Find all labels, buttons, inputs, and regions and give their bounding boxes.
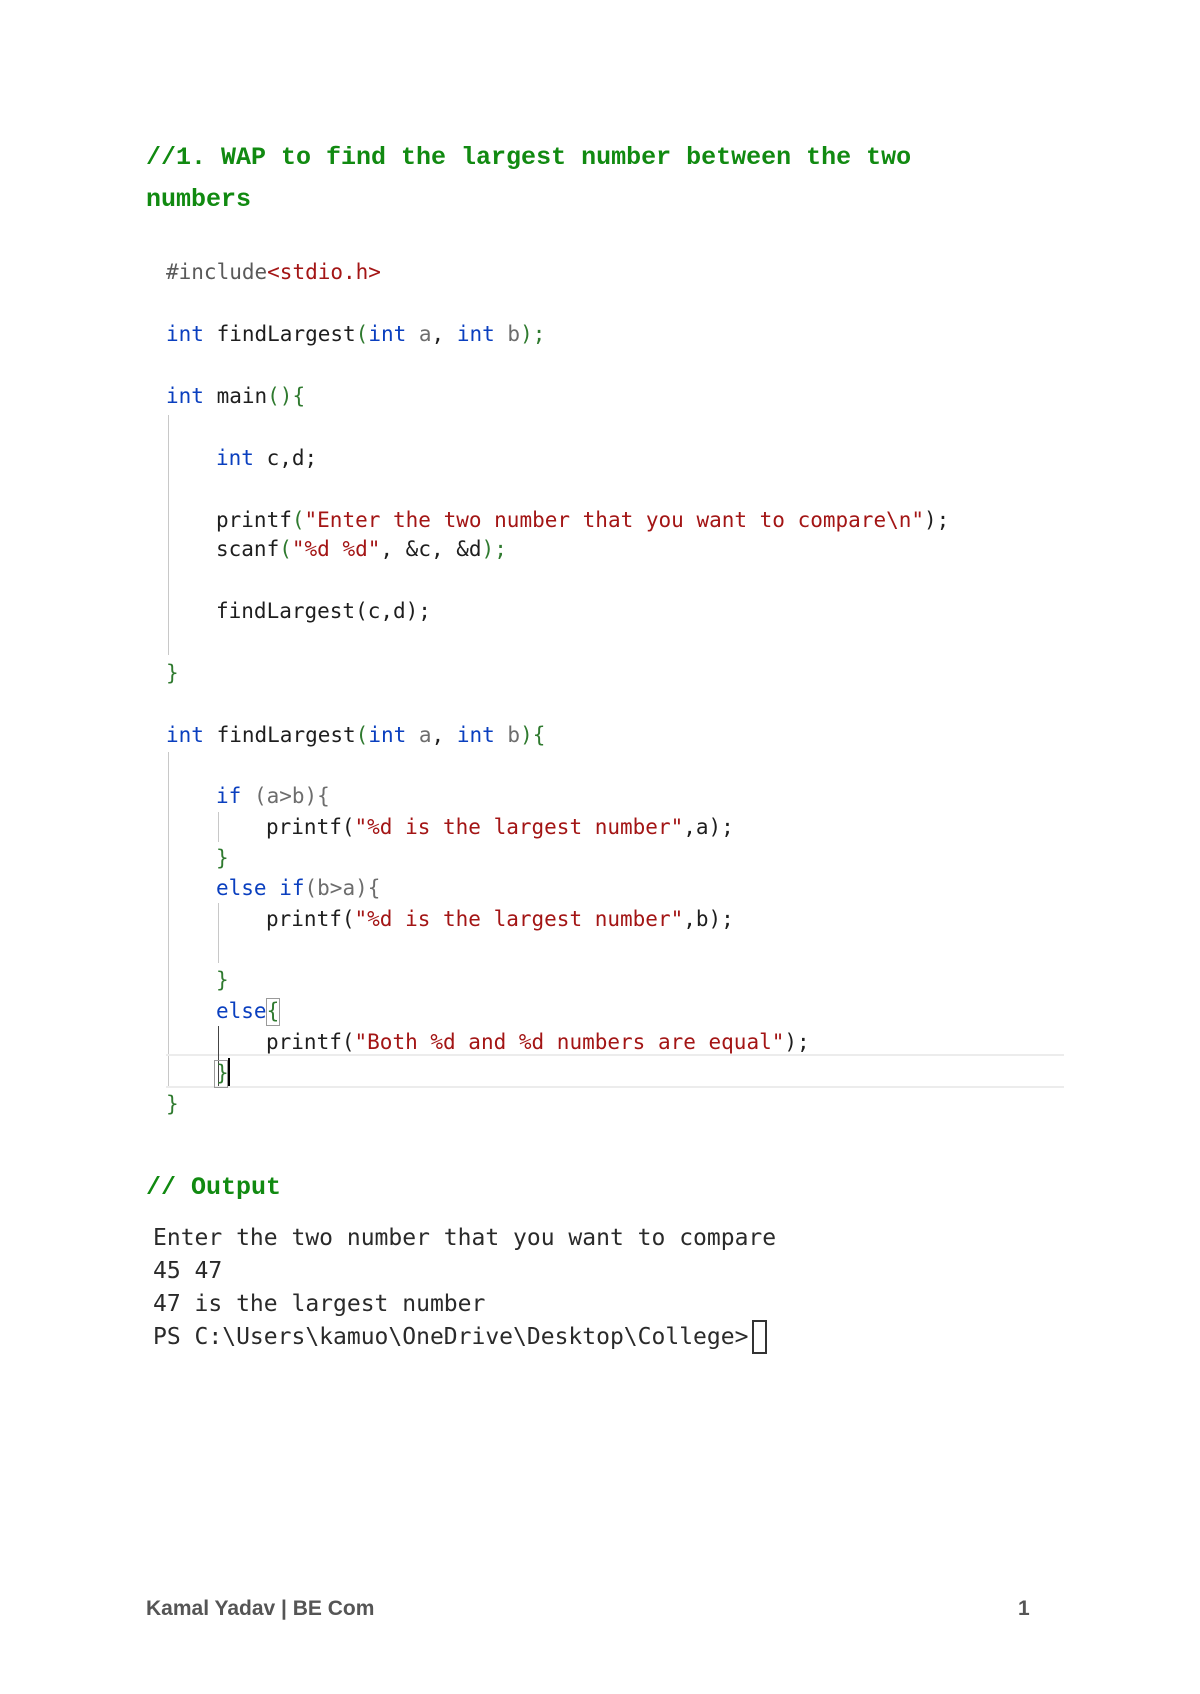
punct: ); — [520, 322, 546, 346]
string-literal: "Enter the two number that you want to c… — [304, 508, 925, 532]
keyword: int — [216, 446, 254, 470]
keyword: int — [368, 322, 407, 346]
param: b — [494, 322, 521, 346]
punct: ){ — [520, 723, 546, 747]
identifier: findLargest — [203, 723, 356, 747]
punct: ( — [279, 537, 292, 561]
code-line-close-if: } — [216, 846, 229, 870]
indent-guide — [168, 415, 169, 655]
punct: ); — [924, 508, 950, 532]
condition: (b>a){ — [304, 876, 381, 900]
code-line-printf-b: printf("%d is the largest number",b); — [266, 905, 734, 933]
args: , &c, &d — [380, 537, 482, 561]
code-line-include: #include<stdio.h> — [166, 258, 381, 286]
include-header: <stdio.h> — [267, 260, 381, 284]
keyword: int — [166, 322, 204, 346]
string-literal: "%d is the largest number" — [354, 907, 684, 931]
function-name: printf( — [266, 1030, 355, 1054]
punct: ,a); — [683, 815, 734, 839]
indent-guide — [218, 812, 219, 842]
code-line-call: findLargest(c,d); — [216, 599, 431, 623]
function-name: scanf — [216, 537, 280, 561]
code-line-decl: int c,d; — [216, 444, 317, 472]
include-directive: #include — [166, 260, 268, 284]
keyword: int — [368, 723, 407, 747]
code-line-else-if: else if(b>a){ — [216, 874, 380, 902]
param: a — [406, 723, 432, 747]
question-heading-line1: //1. WAP to find the largest number betw… — [146, 143, 912, 172]
keyword: if — [216, 784, 242, 808]
function-name: printf( — [266, 815, 355, 839]
param: b — [494, 723, 521, 747]
code-line-close-elseif: } — [216, 968, 229, 992]
punct: ,b); — [683, 907, 734, 931]
keyword: else — [216, 999, 267, 1023]
code-line-function-close: } — [166, 1092, 179, 1116]
indent-guide — [168, 752, 169, 1086]
code-line-printf1: printf("Enter the two number that you wa… — [216, 506, 949, 534]
punct: , — [431, 322, 457, 346]
punct: ); — [784, 1030, 810, 1054]
string-literal: "%d is the largest number" — [354, 815, 684, 839]
punct: (){ — [267, 384, 306, 408]
punct: ); — [481, 537, 507, 561]
param: a — [406, 322, 432, 346]
function-name: printf( — [266, 907, 355, 931]
string-literal: "%d %d" — [291, 537, 381, 561]
output-heading: // Output — [146, 1173, 282, 1202]
punct: ( — [355, 322, 369, 346]
terminal-line: 45 47 — [153, 1258, 223, 1284]
identifier: main — [203, 384, 268, 408]
bracket-match-highlight — [214, 1060, 228, 1088]
keyword: int — [166, 384, 204, 408]
code-line-scanf: scanf("%d %d", &c, &d); — [216, 535, 507, 563]
page-number: 1 — [1018, 1597, 1030, 1620]
keyword: int — [456, 322, 495, 346]
punct: ( — [355, 723, 369, 747]
terminal-cursor — [752, 1320, 767, 1354]
code-line-main-close: } — [166, 661, 179, 685]
terminal-prompt: PS C:\Users\kamuo\OneDrive\Desktop\Colle… — [153, 1324, 763, 1350]
current-line-highlight — [166, 1054, 1064, 1088]
string-literal: "Both %d and %d numbers are equal" — [354, 1030, 785, 1054]
punct: , — [431, 723, 457, 747]
terminal-line: Enter the two number that you want to co… — [153, 1225, 777, 1251]
bracket-match-highlight — [266, 998, 280, 1026]
keyword: else — [216, 876, 267, 900]
identifier: c,d; — [253, 446, 318, 470]
code-line-if: if (a>b){ — [216, 782, 330, 810]
terminal-line: 47 is the largest number — [153, 1291, 486, 1317]
code-line-printf-c: printf("Both %d and %d numbers are equal… — [266, 1028, 810, 1056]
punct: ( — [291, 508, 305, 532]
indent-guide — [218, 903, 219, 963]
keyword: int — [166, 723, 204, 747]
keyword: int — [456, 723, 495, 747]
code-line-main: int main(){ — [166, 382, 305, 410]
condition: (a>b){ — [241, 784, 330, 808]
code-line-definition: int findLargest(int a, int b){ — [166, 721, 545, 749]
keyword: if — [266, 876, 305, 900]
code-line-prototype: int findLargest(int a, int b); — [166, 320, 545, 348]
function-name: printf — [216, 508, 292, 532]
question-heading-line2: numbers — [146, 185, 252, 214]
text-caret — [228, 1058, 230, 1086]
identifier: findLargest — [203, 322, 356, 346]
code-line-printf-a: printf("%d is the largest number",a); — [266, 813, 734, 841]
footer-author: Kamal Yadav | BE Com — [146, 1597, 375, 1620]
